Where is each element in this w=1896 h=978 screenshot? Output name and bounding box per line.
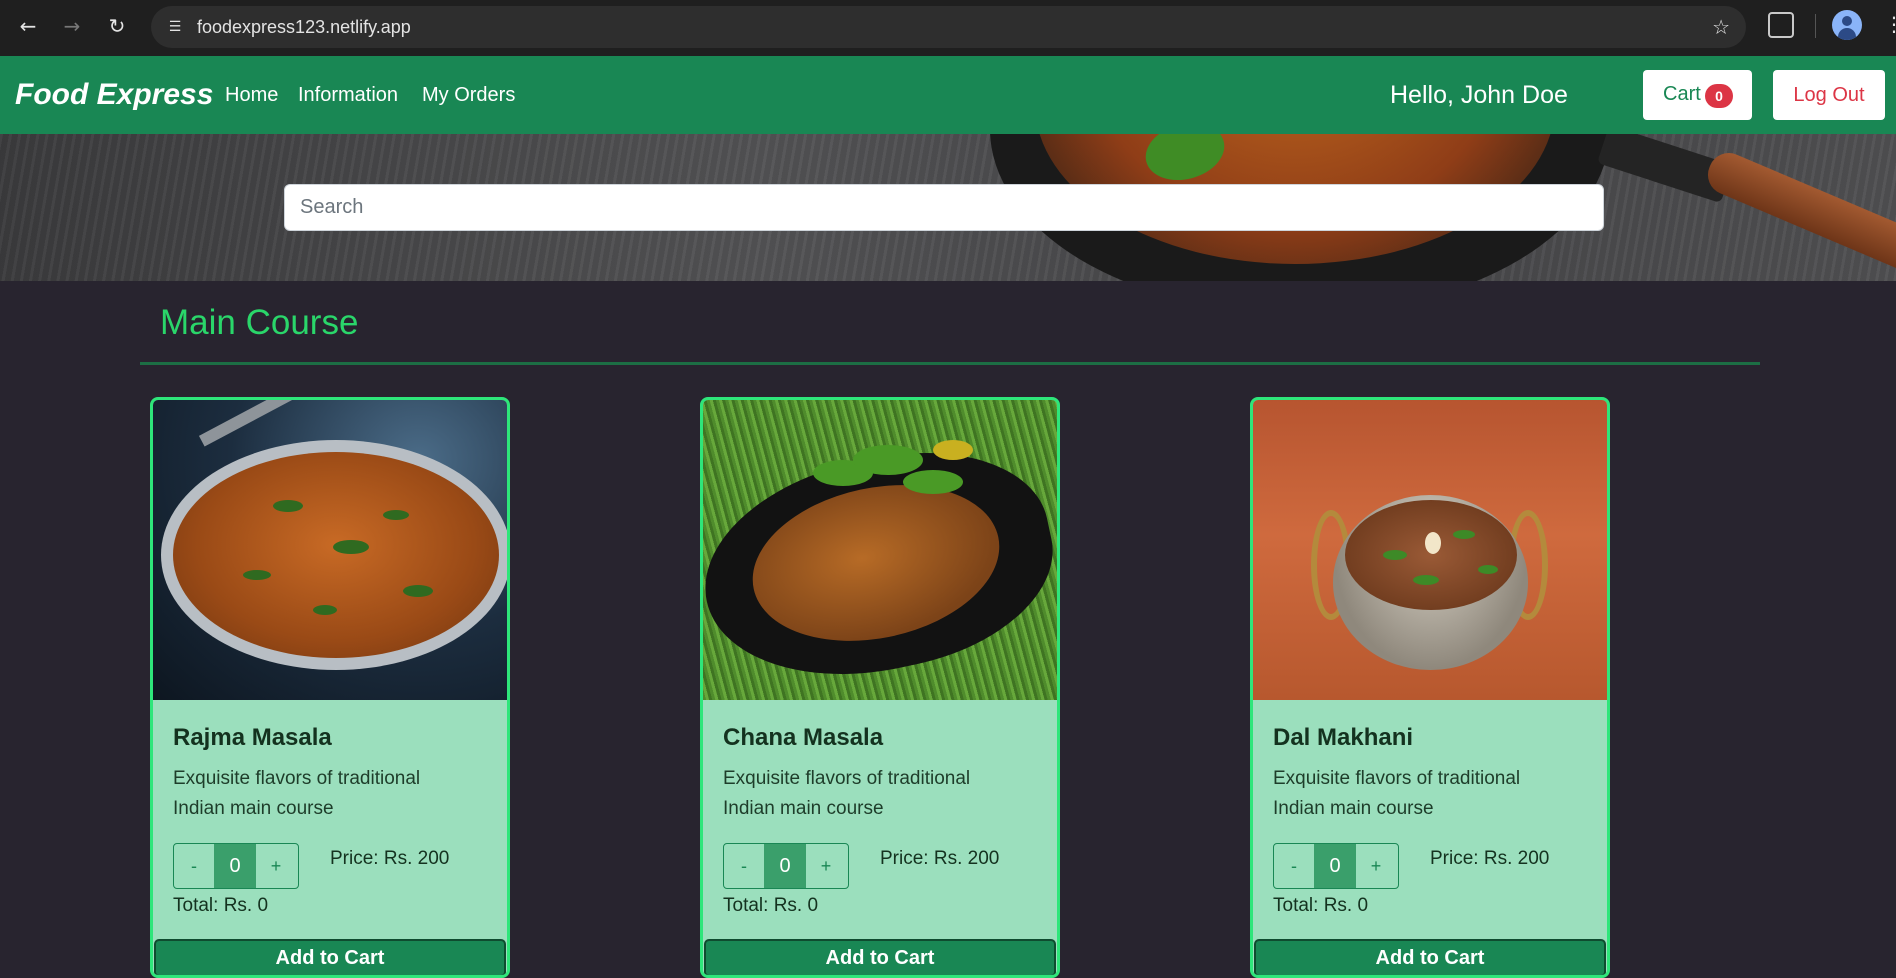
food-total: Total: Rs. 0 [173, 895, 269, 916]
add-to-cart-button[interactable]: Add to Cart [154, 939, 506, 975]
food-name: Dal Makhani [1273, 724, 1414, 751]
browser-toolbar: ← → ↻ ☰ foodexpress123.netlify.app ☆ ⋮ [0, 0, 1896, 56]
site-info-icon[interactable]: ☰ [165, 17, 185, 37]
hero-pan-handle [1701, 146, 1896, 281]
food-name: Rajma Masala [173, 724, 332, 751]
quantity-stepper: - 0 + [173, 843, 299, 889]
user-greeting: Hello, John Doe [1390, 81, 1568, 109]
app-navbar: Food Express Home Information My Orders … [0, 56, 1896, 134]
food-description: Exquisite flavors of traditional Indian … [1273, 768, 1521, 819]
decrease-button[interactable]: - [1274, 844, 1314, 888]
food-total: Total: Rs. 0 [723, 895, 819, 916]
increase-button[interactable]: + [256, 844, 296, 888]
nav-link-information[interactable]: Information [298, 84, 398, 107]
cart-label: Cart [1663, 83, 1701, 105]
extensions-icon[interactable] [1768, 12, 1794, 38]
quantity-value: 0 [764, 844, 806, 888]
add-to-cart-button[interactable]: Add to Cart [1254, 939, 1606, 975]
section-divider [140, 362, 1760, 365]
food-total: Total: Rs. 0 [1273, 895, 1369, 916]
increase-button[interactable]: + [1356, 844, 1396, 888]
food-image-rajma-masala [153, 400, 507, 700]
food-description: Exquisite flavors of traditional Indian … [173, 768, 421, 819]
cart-button[interactable]: Cart 0 [1643, 70, 1752, 120]
increase-button[interactable]: + [806, 844, 846, 888]
address-bar[interactable]: ☰ foodexpress123.netlify.app ☆ [151, 6, 1746, 48]
food-price: Price: Rs. 200 [880, 848, 1000, 869]
back-icon[interactable]: ← [14, 12, 42, 40]
decrease-button[interactable]: - [724, 844, 764, 888]
food-price: Price: Rs. 200 [330, 848, 450, 869]
add-to-cart-button[interactable]: Add to Cart [704, 939, 1056, 975]
food-card: Rajma Masala Exquisite flavors of tradit… [150, 397, 510, 978]
decrease-button[interactable]: - [174, 844, 214, 888]
reload-icon[interactable]: ↻ [103, 12, 131, 40]
browser-menu-icon[interactable]: ⋮ [1884, 12, 1896, 36]
food-card: Dal Makhani Exquisite flavors of traditi… [1250, 397, 1610, 978]
food-price: Price: Rs. 200 [1430, 848, 1550, 869]
search-input[interactable] [284, 184, 1604, 231]
quantity-value: 0 [1314, 844, 1356, 888]
bookmark-star-icon[interactable]: ☆ [1712, 15, 1730, 39]
quantity-stepper: - 0 + [1273, 843, 1399, 889]
brand-logo[interactable]: Food Express [15, 78, 213, 112]
quantity-value: 0 [214, 844, 256, 888]
food-name: Chana Masala [723, 724, 884, 751]
quantity-stepper: - 0 + [723, 843, 849, 889]
nav-link-my-orders[interactable]: My Orders [422, 84, 515, 107]
food-description: Exquisite flavors of traditional Indian … [723, 768, 971, 819]
forward-icon[interactable]: → [58, 12, 86, 40]
profile-avatar-icon[interactable] [1832, 10, 1862, 40]
logout-button[interactable]: Log Out [1773, 70, 1885, 120]
food-image-chana-masala [703, 400, 1057, 705]
nav-link-home[interactable]: Home [225, 84, 278, 107]
food-card: Chana Masala Exquisite flavors of tradit… [700, 397, 1060, 978]
url-text[interactable]: foodexpress123.netlify.app [197, 17, 411, 38]
section-title: Main Course [160, 303, 359, 342]
food-image-dal-makhani [1253, 400, 1607, 700]
toolbar-divider [1815, 14, 1816, 38]
cart-count-badge: 0 [1705, 84, 1733, 108]
